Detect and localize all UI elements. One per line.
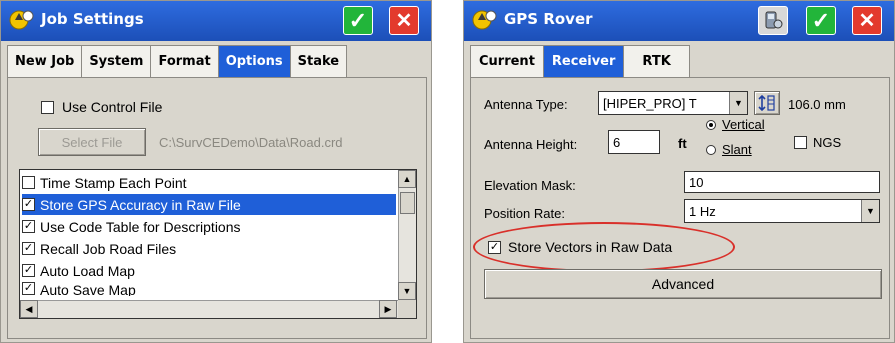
- receiver-utility-button[interactable]: [758, 6, 788, 35]
- gps-rover-window: GPS Rover ✓ ✕ Current Receiver RTK Anten…: [463, 0, 895, 343]
- scroll-corner: [398, 300, 416, 318]
- elevation-mask-value: 10: [689, 174, 704, 190]
- list-item[interactable]: ✓ Auto Save Map: [22, 282, 396, 296]
- file-path: C:\SurvCEDemo\Data\Road.crd: [159, 134, 343, 150]
- antenna-type-value: [HIPER_PRO] T: [603, 95, 697, 111]
- ngs-label: NGS: [813, 135, 842, 150]
- tab-receiver[interactable]: Receiver: [542, 45, 624, 77]
- use-control-file-row[interactable]: Use Control File: [41, 99, 162, 115]
- window-title: Job Settings: [41, 10, 144, 28]
- close-icon: ✕: [858, 10, 876, 32]
- ok-button[interactable]: ✓: [806, 6, 836, 35]
- vertical-radio[interactable]: Vertical: [706, 117, 765, 132]
- highlight-ellipse: [473, 222, 735, 272]
- tab-format[interactable]: Format: [150, 45, 218, 77]
- list-item-checkbox[interactable]: ✓: [22, 242, 35, 255]
- tab-bar: Current Receiver RTK: [470, 45, 690, 77]
- position-rate-select[interactable]: 1 Hz ▼: [684, 199, 880, 223]
- title-bar: GPS Rover ✓ ✕: [464, 1, 894, 41]
- scroll-up-button[interactable]: ▲: [398, 170, 416, 188]
- app-logo-icon: [9, 10, 34, 30]
- ngs-option[interactable]: NGS: [794, 135, 841, 150]
- list-item-label: Auto Save Map: [40, 282, 136, 296]
- close-button[interactable]: ✕: [389, 6, 419, 35]
- tab-new-job[interactable]: New Job: [7, 45, 82, 77]
- use-control-file-checkbox[interactable]: [41, 100, 54, 114]
- list-item-checkbox[interactable]: ✓: [22, 264, 35, 277]
- select-file-button[interactable]: Select File: [38, 128, 146, 156]
- tab-current[interactable]: Current: [470, 45, 543, 77]
- list-item-checkbox[interactable]: [22, 176, 35, 189]
- scroll-thumb[interactable]: [400, 192, 415, 214]
- chevron-down-icon: ▼: [861, 200, 879, 222]
- arrow-right-icon: ▶: [384, 303, 392, 314]
- vertical-radio-button[interactable]: [706, 119, 716, 130]
- tab-stake[interactable]: Stake: [289, 45, 348, 77]
- list-item[interactable]: ✓ Store GPS Accuracy in Raw File: [22, 194, 396, 215]
- use-control-file-label: Use Control File: [62, 99, 163, 115]
- ngs-checkbox[interactable]: [794, 136, 807, 149]
- arrow-up-icon: ▲: [402, 174, 412, 184]
- options-list[interactable]: Time Stamp Each Point ✓ Store GPS Accura…: [19, 169, 417, 319]
- check-icon: ✓: [811, 7, 831, 33]
- receiver-icon: [765, 11, 783, 28]
- antenna-type-select[interactable]: [HIPER_PRO] T ▼: [598, 91, 748, 115]
- antenna-height-setup-button[interactable]: [754, 91, 780, 115]
- list-item-label: Use Code Table for Descriptions: [40, 218, 241, 235]
- list-item-label: Recall Job Road Files: [40, 240, 177, 257]
- window-title: GPS Rover: [504, 10, 593, 28]
- antenna-offset: 106.0 mm: [788, 97, 846, 112]
- list-item-label: Auto Load Map: [40, 262, 135, 279]
- list-item-checkbox[interactable]: ✓: [22, 220, 35, 233]
- arrow-down-icon: ▼: [402, 286, 412, 296]
- position-rate-value: 1 Hz: [689, 203, 716, 219]
- vertical-scrollbar[interactable]: ▲ ▼: [398, 170, 416, 300]
- slant-radio-button[interactable]: [706, 144, 716, 155]
- list-item[interactable]: Time Stamp Each Point: [22, 172, 396, 193]
- slant-radio[interactable]: Slant: [706, 142, 752, 157]
- antenna-type-label: Antenna Type:: [484, 97, 568, 112]
- slant-label: Slant: [722, 142, 752, 157]
- advanced-button[interactable]: Advanced: [484, 269, 882, 299]
- tab-rtk[interactable]: RTK: [623, 45, 690, 77]
- chevron-down-icon: ▼: [729, 92, 747, 114]
- tab-system[interactable]: System: [81, 45, 151, 77]
- list-item-checkbox[interactable]: ✓: [22, 282, 35, 295]
- vertical-label: Vertical: [722, 117, 765, 132]
- close-button[interactable]: ✕: [852, 6, 882, 35]
- tab-bar: New Job System Format Options Stake: [7, 45, 348, 77]
- title-bar: Job Settings ✓ ✕: [1, 1, 431, 41]
- list-item-label: Store GPS Accuracy in Raw File: [40, 196, 241, 213]
- arrow-left-icon: ◀: [25, 303, 33, 314]
- ok-button[interactable]: ✓: [343, 6, 373, 35]
- height-unit: ft: [678, 136, 687, 151]
- elevation-mask-field[interactable]: 10: [684, 171, 880, 193]
- list-item[interactable]: ✓ Auto Load Map: [22, 260, 396, 281]
- list-item-label: Time Stamp Each Point: [40, 174, 187, 191]
- check-icon: ✓: [348, 7, 368, 33]
- elevation-mask-label: Elevation Mask:: [484, 178, 576, 193]
- app-logo-icon: [472, 10, 497, 30]
- antenna-height-field[interactable]: 6: [608, 130, 660, 154]
- scroll-right-button[interactable]: ▶: [379, 300, 397, 318]
- list-item[interactable]: ✓ Recall Job Road Files: [22, 238, 396, 259]
- job-settings-window: Job Settings ✓ ✕ New Job System Format O…: [0, 0, 432, 343]
- antenna-height-value: 6: [613, 134, 621, 150]
- antenna-measure-icon: [758, 94, 775, 112]
- horizontal-scrollbar[interactable]: ◀ ▶: [20, 300, 398, 318]
- scroll-down-button[interactable]: ▼: [398, 282, 416, 300]
- antenna-height-label: Antenna Height:: [484, 137, 578, 152]
- list-item[interactable]: ✓ Use Code Table for Descriptions: [22, 216, 396, 237]
- position-rate-label: Position Rate:: [484, 206, 565, 221]
- tab-options[interactable]: Options: [217, 45, 290, 77]
- scroll-left-button[interactable]: ◀: [20, 300, 38, 318]
- list-item-checkbox[interactable]: ✓: [22, 198, 35, 211]
- close-icon: ✕: [395, 10, 413, 32]
